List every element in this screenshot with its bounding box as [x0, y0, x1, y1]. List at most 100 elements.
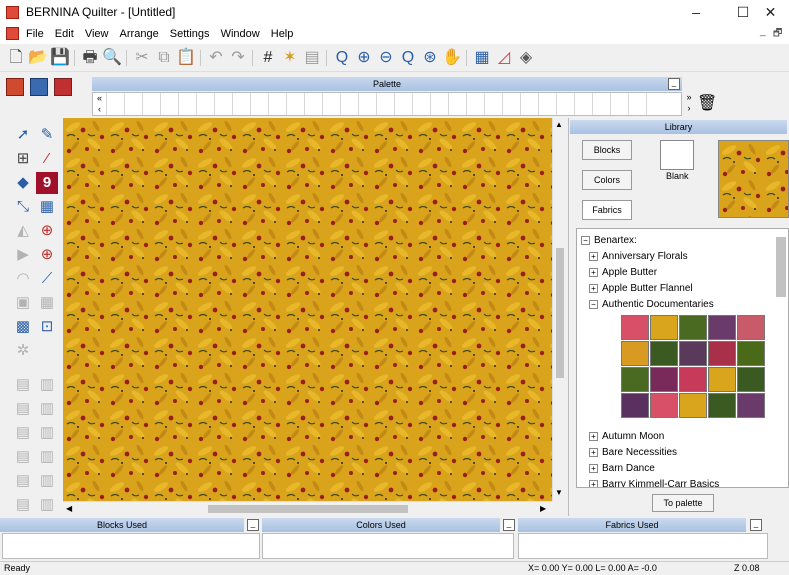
copy-icon[interactable]: ⧉ — [154, 48, 174, 68]
palette-cell[interactable] — [359, 93, 377, 115]
palette-cell[interactable] — [215, 93, 233, 115]
properties-icon[interactable]: ◈ — [516, 48, 536, 68]
save-icon[interactable]: 💾 — [50, 48, 70, 68]
fabric-swatch[interactable] — [650, 341, 678, 366]
tree-item[interactable]: + Anniversary Florals — [589, 251, 688, 262]
canvas-vertical-scrollbar[interactable]: ▲ ▼ — [552, 118, 566, 501]
hscroll-thumb[interactable] — [208, 505, 408, 513]
menu-settings[interactable]: Settings — [166, 24, 214, 44]
tree-item[interactable]: + Apple Butter Flannel — [589, 283, 693, 294]
layer-tool-icon[interactable]: ▩ — [12, 316, 34, 338]
menu-view[interactable]: View — [81, 24, 113, 44]
zoom-out-icon[interactable]: ⊖ — [376, 48, 396, 68]
palette-cell[interactable] — [233, 93, 251, 115]
fabrics-used-minimize-button[interactable]: _ — [750, 519, 762, 531]
expand-icon[interactable]: + — [589, 267, 598, 277]
mdi-restore-button[interactable]: 🗗 — [773, 26, 782, 43]
fabric-swatch[interactable] — [737, 315, 765, 340]
fabric-swatch[interactable] — [737, 393, 765, 418]
palette-cell[interactable] — [179, 93, 197, 115]
print-icon[interactable]: 🖶 — [80, 48, 100, 68]
to-palette-button[interactable]: To palette — [652, 494, 714, 512]
blank-swatch[interactable] — [660, 140, 694, 170]
block-grid-icon[interactable]: ▦ — [36, 196, 58, 218]
new-file-icon[interactable]: 🗋 — [6, 48, 26, 68]
menu-file[interactable]: File — [22, 24, 48, 44]
chart-icon[interactable]: ◿ — [494, 48, 514, 68]
fabric-swatch[interactable] — [679, 341, 707, 366]
canvas-horizontal-scrollbar[interactable]: ◀ ▶ — [63, 501, 552, 515]
triangle-tool-icon[interactable]: ◭ — [12, 220, 34, 242]
palette-cell[interactable] — [539, 93, 557, 115]
tile-tool-icon[interactable]: ▦ — [36, 292, 58, 314]
scroll-left-icon[interactable]: ◀ — [66, 504, 72, 513]
mdi-minimize-button[interactable]: _ — [760, 26, 766, 37]
document-icon[interactable] — [6, 27, 19, 40]
tree-root[interactable]: − Benartex: — [581, 235, 637, 246]
front-tool-icon[interactable]: ▤ — [12, 446, 34, 468]
expand-icon[interactable]: + — [589, 447, 598, 457]
palette-scroll-left-icon[interactable]: «‹ — [93, 93, 107, 115]
arc-tool-icon[interactable]: ◠ — [12, 268, 34, 290]
knife-tool-icon[interactable]: ⟋ — [36, 268, 58, 290]
palette-cell[interactable] — [251, 93, 269, 115]
trash-icon[interactable]: 🗑 — [697, 94, 717, 114]
swap-tool-icon[interactable]: ⤡ — [12, 196, 34, 218]
palette-cell[interactable] — [305, 93, 323, 115]
fabric-swatch[interactable] — [679, 367, 707, 392]
palette-scroll-right-icon[interactable]: » › — [684, 92, 694, 116]
palette-cell[interactable] — [107, 93, 125, 115]
palette-cell[interactable] — [629, 93, 647, 115]
group-tool-icon[interactable]: ▤ — [12, 398, 34, 420]
recolor-icon[interactable] — [54, 78, 72, 96]
snowflake-tool-icon[interactable]: ✲ — [12, 340, 34, 362]
tree-item[interactable]: + Apple Butter — [589, 267, 657, 278]
eyedropper-icon[interactable]: ⁄ — [36, 148, 58, 170]
tree-item[interactable]: + Barn Dance — [589, 463, 655, 474]
fabric-swatch[interactable] — [621, 315, 649, 340]
library-icon[interactable]: ▦ — [472, 48, 492, 68]
colors-used-strip[interactable] — [262, 533, 514, 559]
palette-cell[interactable] — [503, 93, 521, 115]
palette-cell[interactable] — [125, 93, 143, 115]
palette-cell[interactable] — [521, 93, 539, 115]
palette-cell[interactable] — [197, 93, 215, 115]
zoom-page-icon[interactable]: ⊛ — [420, 48, 440, 68]
menu-window[interactable]: Window — [217, 24, 264, 44]
open-folder-icon[interactable]: 📂 — [28, 48, 48, 68]
zoom-icon[interactable]: Q — [332, 48, 352, 68]
fabric-swatch[interactable] — [679, 315, 707, 340]
fabric-swatch[interactable] — [679, 393, 707, 418]
blocks-button[interactable]: Blocks — [582, 140, 632, 160]
layers-icon[interactable]: ▤ — [302, 48, 322, 68]
fabric-swatch[interactable] — [621, 341, 649, 366]
palette-cells[interactable]: «‹ — [92, 92, 682, 116]
palette-cell[interactable] — [269, 93, 287, 115]
square-tool-icon[interactable]: ▣ — [12, 292, 34, 314]
flip-tool-icon[interactable]: ▤ — [12, 422, 34, 444]
expand-icon[interactable]: + — [589, 479, 598, 487]
globe-icon[interactable]: ⊕ — [36, 244, 58, 266]
star-block-icon[interactable]: ✶ — [280, 48, 300, 68]
globe-grid-icon[interactable]: ⊕ — [36, 220, 58, 242]
swap-fabric-icon[interactable] — [30, 78, 48, 96]
cut-icon[interactable]: ✂ — [132, 48, 152, 68]
tree-item[interactable]: + Barry Kimmell-Carr Basics — [589, 479, 719, 487]
palette-cell[interactable] — [143, 93, 161, 115]
menu-help[interactable]: Help — [267, 24, 298, 44]
rotate-tool-icon[interactable]: ▥ — [36, 422, 58, 444]
palette-cell[interactable] — [431, 93, 449, 115]
palette-cell[interactable] — [341, 93, 359, 115]
palette-cell[interactable] — [287, 93, 305, 115]
align-tool-icon[interactable]: ▤ — [12, 374, 34, 396]
fabric-tree[interactable]: − Benartex: + Anniversary Florals + Apple B… — [576, 228, 789, 488]
distribute-tool-icon[interactable]: ▥ — [36, 374, 58, 396]
menu-arrange[interactable]: Arrange — [116, 24, 163, 44]
fabrics-used-strip[interactable] — [518, 533, 768, 559]
palette-cell[interactable] — [611, 93, 629, 115]
collapse-icon[interactable]: − — [581, 235, 590, 245]
minimize-button[interactable]: – — [673, 0, 719, 24]
fabric-swatch[interactable] — [708, 315, 736, 340]
grid-tool-icon[interactable]: ⊞ — [12, 148, 34, 170]
redo-icon[interactable]: ↷ — [228, 48, 248, 68]
